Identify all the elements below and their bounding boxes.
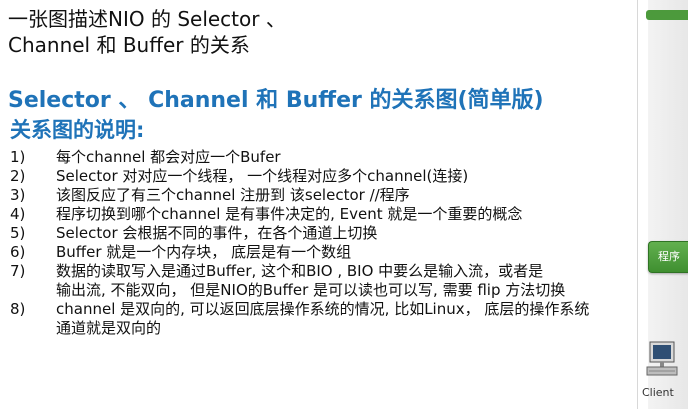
list-item-text: Buffer 就是一个内存块， 底层是有一个数组 <box>56 243 352 261</box>
computer-icon <box>646 341 678 376</box>
section-heading: 关系图的说明: <box>10 118 145 142</box>
list-item-number: 8) <box>10 300 26 318</box>
green-tab <box>646 10 688 20</box>
list-item-text: 该图反应了有三个channel 注册到 该selector //程序 <box>56 186 410 204</box>
list-item-text: 每个channel 都会对应一个Bufer <box>56 148 281 166</box>
program-button[interactable]: 程序 <box>648 241 688 273</box>
slide-title: 一张图描述NIO 的 Selector 、 Channel 和 Buffer 的… <box>8 6 286 58</box>
list-item-number: 7) <box>10 262 26 280</box>
list-item-text: Selector 会根据不同的事件，在各个通道上切换 <box>56 224 378 242</box>
list-item-text: channel 是双向的, 可以返回底层操作系统的情况, 比如Linux， 底层… <box>56 300 590 318</box>
list-item-number: 5) <box>10 224 26 242</box>
list-item-text: 程序切换到哪个channel 是有事件决定的, Event 就是一个重要的概念 <box>56 205 523 223</box>
slide-title-line-1: 一张图描述NIO 的 Selector 、 <box>8 7 286 31</box>
list-item-text: 数据的读取写入是通过Buffer, 这个和BIO , BIO 中要么是输入流，或… <box>56 262 544 280</box>
list-item-number: 2) <box>10 167 26 185</box>
list-item-text-continued: 输出流, 不能双向， 但是NIO的Buffer 是可以读也可以写, 需要 fli… <box>56 281 566 299</box>
list-item-number: 4) <box>10 205 26 223</box>
list-item-number: 3) <box>10 186 26 204</box>
client-node: Client <box>637 336 688 406</box>
list-item-number: 1) <box>10 148 26 166</box>
list-item-number: 6) <box>10 243 26 261</box>
list-item-text: Selector 对对应一个线程， 一个线程对应多个channel(连接) <box>56 167 469 185</box>
client-label: Client <box>642 386 674 399</box>
slide: 一张图描述NIO 的 Selector 、 Channel 和 Buffer 的… <box>0 0 688 409</box>
diagram-subtitle: Selector 、 Channel 和 Buffer 的关系图(简单版) <box>8 88 544 113</box>
list-item-text-continued: 通道就是双向的 <box>56 319 162 337</box>
slide-title-line-2: Channel 和 Buffer 的关系 <box>8 33 250 57</box>
